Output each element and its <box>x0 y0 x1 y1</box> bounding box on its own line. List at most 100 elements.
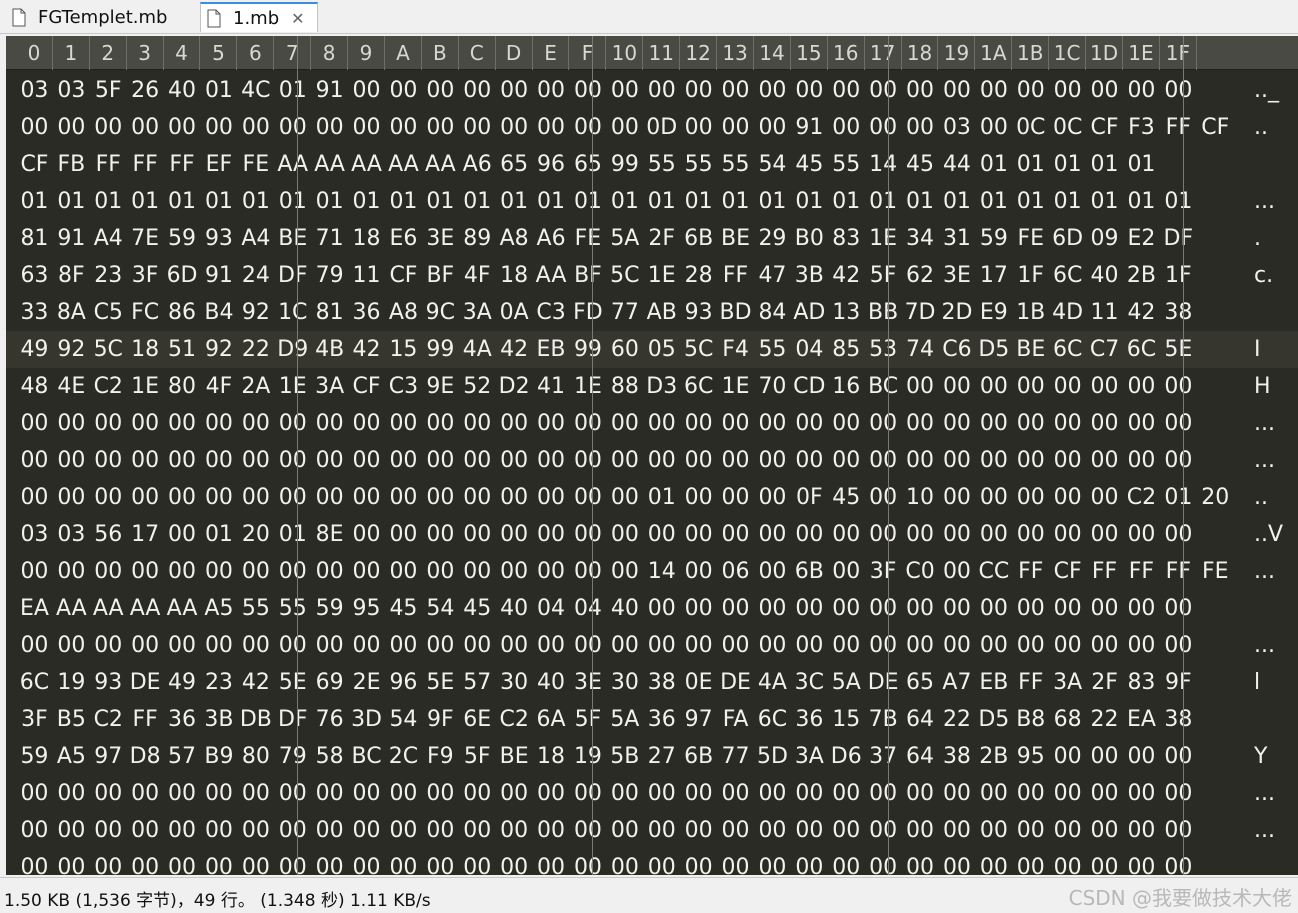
hex-byte[interactable]: 3E <box>570 668 607 698</box>
hex-byte[interactable]: 00 <box>274 446 311 476</box>
hex-byte[interactable]: 00 <box>1160 76 1197 106</box>
hex-byte[interactable]: 00 <box>606 557 643 587</box>
hex-byte[interactable]: 04 <box>533 594 570 624</box>
hex-row[interactable]: 00 00 00 00 00 00 00 00 00 00 00 00 00 00 00 00 00 00 00 00… <box>6 442 1298 479</box>
hex-byte[interactable]: 00 <box>902 113 939 143</box>
hex-byte[interactable]: 00 <box>16 113 53 143</box>
hex-byte[interactable]: BE <box>496 742 533 772</box>
hex-byte[interactable]: 6C <box>754 705 791 735</box>
hex-byte[interactable]: 01 <box>1012 150 1049 180</box>
hex-byte[interactable]: 70 <box>754 372 791 402</box>
hex-rows[interactable]: 03 03 5F 26 40 01 4C 01 91 00 00 00 00 00 00 00 00 00 00 00… <box>6 72 1298 875</box>
hex-byte[interactable]: B8 <box>1012 705 1049 735</box>
hex-byte[interactable]: 58 <box>311 742 348 772</box>
hex-byte[interactable]: A5 <box>201 594 238 624</box>
hex-byte[interactable]: F9 <box>422 742 459 772</box>
hex-row[interactable]: 49 92 5C 18 51 92 22 D9 4B 42 15 99 4A 42 EB 99 60 05 5C F4… <box>6 331 1298 368</box>
hex-row[interactable]: 00 00 00 00 00 00 00 00 00 00 00 00 00 00 00 00 00 14 00 06… <box>6 553 1298 590</box>
hex-byte[interactable]: 00 <box>975 372 1012 402</box>
hex-byte[interactable]: FE <box>1012 224 1049 254</box>
hex-byte[interactable]: 92 <box>53 335 90 365</box>
hex-byte[interactable]: D2 <box>496 372 533 402</box>
hex-byte[interactable]: 5F <box>865 261 902 291</box>
hex-byte[interactable]: 00 <box>1049 594 1086 624</box>
hex-byte[interactable]: 00 <box>717 446 754 476</box>
hex-byte[interactable]: 00 <box>754 520 791 550</box>
hex-byte[interactable]: 96 <box>533 150 570 180</box>
hex-byte[interactable]: 3A <box>311 372 348 402</box>
hex-byte[interactable]: 00 <box>1049 816 1086 846</box>
hex-byte[interactable]: 00 <box>237 816 274 846</box>
hex-byte[interactable]: AA <box>53 594 90 624</box>
hex-byte[interactable]: 01 <box>201 520 238 550</box>
hex-byte[interactable]: 71 <box>311 224 348 254</box>
hex-byte[interactable]: AB <box>643 298 680 328</box>
hex-byte[interactable]: 00 <box>680 853 717 875</box>
hex-byte[interactable]: 00 <box>754 557 791 587</box>
hex-byte[interactable]: 00 <box>90 816 127 846</box>
hex-row[interactable]: 48 4E C2 1E 80 4F 2A 1E 3A CF C3 9E 52 D2 41 1E 88 D3 6C 1E… <box>6 368 1298 405</box>
hex-byte[interactable]: 00 <box>385 779 422 809</box>
hex-byte[interactable]: 93 <box>90 668 127 698</box>
hex-byte[interactable]: 00 <box>791 779 828 809</box>
hex-byte[interactable]: 5A <box>606 705 643 735</box>
hex-byte[interactable]: 00 <box>164 779 201 809</box>
hex-byte[interactable]: 00 <box>127 409 164 439</box>
hex-byte[interactable]: 38 <box>1160 705 1197 735</box>
hex-byte[interactable]: 01 <box>1049 150 1086 180</box>
hex-byte[interactable]: 00 <box>274 483 311 513</box>
hex-byte[interactable]: 31 <box>939 224 976 254</box>
hex-byte[interactable]: 01 <box>533 187 570 217</box>
hex-byte[interactable]: 00 <box>1049 409 1086 439</box>
hex-byte[interactable]: 00 <box>791 520 828 550</box>
hex-byte[interactable]: 10 <box>902 483 939 513</box>
hex-byte[interactable]: AA <box>348 150 385 180</box>
hex-byte[interactable]: 00 <box>90 853 127 875</box>
hex-byte[interactable]: 00 <box>828 520 865 550</box>
hex-byte[interactable]: 22 <box>1086 705 1123 735</box>
hex-byte[interactable]: 2F <box>643 224 680 254</box>
hex-byte[interactable]: 00 <box>717 520 754 550</box>
hex-byte[interactable]: 7D <box>902 298 939 328</box>
hex-byte[interactable]: 00 <box>939 816 976 846</box>
hex-byte[interactable]: 00 <box>717 76 754 106</box>
hex-byte[interactable]: B9 <box>201 742 238 772</box>
hex-byte[interactable]: 14 <box>865 150 902 180</box>
hex-byte[interactable]: 36 <box>791 705 828 735</box>
hex-byte[interactable]: 9F <box>422 705 459 735</box>
hex-byte[interactable]: 00 <box>680 631 717 661</box>
hex-byte[interactable]: 00 <box>164 483 201 513</box>
hex-byte[interactable]: 00 <box>570 631 607 661</box>
hex-byte[interactable]: 00 <box>1123 816 1160 846</box>
hex-byte[interactable]: 00 <box>570 483 607 513</box>
hex-byte[interactable]: CD <box>791 372 828 402</box>
hex-byte[interactable]: EA <box>1123 705 1160 735</box>
hex-byte[interactable]: 97 <box>90 742 127 772</box>
hex-row[interactable]: EA AA AA AA AA A5 55 55 59 95 45 54 45 40 04 04 40 00 00 00… <box>6 590 1298 627</box>
hex-byte[interactable]: 00 <box>680 483 717 513</box>
hex-byte[interactable]: 95 <box>348 594 385 624</box>
hex-byte[interactable]: 42 <box>1123 298 1160 328</box>
hex-byte[interactable]: 00 <box>1086 409 1123 439</box>
hex-byte[interactable]: 55 <box>680 150 717 180</box>
hex-byte[interactable]: 00 <box>717 853 754 875</box>
hex-byte[interactable]: 00 <box>1012 779 1049 809</box>
hex-byte[interactable]: 1E <box>274 372 311 402</box>
hex-byte[interactable]: 00 <box>127 853 164 875</box>
hex-byte[interactable]: 00 <box>533 446 570 476</box>
hex-byte[interactable]: 00 <box>939 520 976 550</box>
hex-byte[interactable]: FF <box>1123 557 1160 587</box>
hex-byte[interactable]: 00 <box>717 631 754 661</box>
hex-byte[interactable]: 00 <box>127 483 164 513</box>
hex-byte[interactable]: 00 <box>791 446 828 476</box>
hex-byte[interactable]: 00 <box>385 76 422 106</box>
hex-byte[interactable]: 01 <box>274 520 311 550</box>
hex-byte[interactable]: 01 <box>1049 187 1086 217</box>
hex-byte[interactable]: 00 <box>90 779 127 809</box>
hex-byte[interactable]: 00 <box>274 557 311 587</box>
hex-byte[interactable]: 01 <box>1160 483 1197 513</box>
hex-byte[interactable]: 47 <box>754 261 791 291</box>
hex-byte[interactable]: 00 <box>717 409 754 439</box>
hex-byte[interactable]: 00 <box>53 557 90 587</box>
hex-byte[interactable]: A4 <box>90 224 127 254</box>
